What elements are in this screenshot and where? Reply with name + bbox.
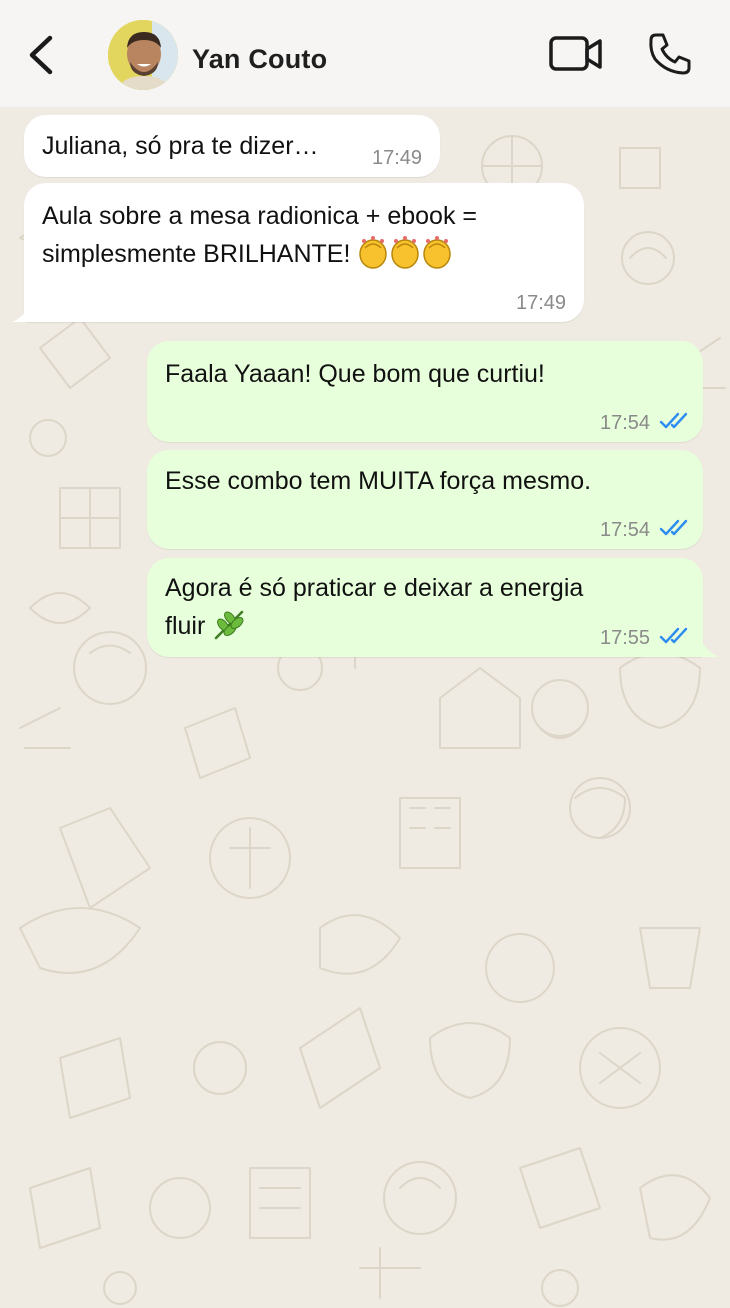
phone-icon bbox=[649, 33, 691, 75]
message-text: Juliana, só pra te dizer… bbox=[42, 132, 319, 160]
voice-call-button[interactable] bbox=[646, 30, 694, 78]
message-text: Faala Yaaan! Que bom que curtiu! bbox=[165, 360, 545, 388]
read-ticks-icon bbox=[659, 519, 688, 536]
chat-header: Yan Couto bbox=[0, 0, 730, 108]
message-text: Aula sobre a mesa radionica + ebook = si… bbox=[42, 197, 566, 281]
contact-name[interactable]: Yan Couto bbox=[192, 44, 327, 75]
message-text-line-2-text: fluir bbox=[165, 612, 206, 640]
message-text-line-2-text: simplesmente BRILHANTE! bbox=[42, 240, 351, 268]
incoming-bubble-tail bbox=[12, 306, 30, 322]
message-text-line-1: Agora é só praticar e deixar a energia bbox=[165, 574, 584, 602]
message-time: 17:55 bbox=[600, 627, 651, 649]
chat-area[interactable]: Juliana, só pra te dizer… 17:49 Aula sob… bbox=[0, 108, 730, 1308]
read-ticks-icon bbox=[659, 412, 688, 429]
outgoing-bubble-tail bbox=[701, 641, 719, 657]
avatar-photo bbox=[108, 20, 178, 90]
herb-emoji bbox=[212, 608, 246, 653]
message-time: 17:49 bbox=[372, 147, 423, 169]
outgoing-message[interactable]: Faala Yaaan! Que bom que curtiu! 17:54 bbox=[147, 341, 703, 442]
message-time: 17:54 bbox=[600, 412, 651, 434]
incoming-message[interactable]: Juliana, só pra te dizer… 17:49 bbox=[24, 115, 440, 177]
message-time: 17:49 bbox=[516, 292, 567, 314]
chevron-left-icon bbox=[29, 35, 53, 75]
clapping-hands-icon bbox=[359, 236, 452, 269]
outgoing-message[interactable]: Esse combo tem MUITA força mesmo. 17:54 bbox=[147, 450, 703, 549]
back-button[interactable] bbox=[22, 30, 62, 80]
video-camera-icon bbox=[549, 36, 602, 71]
message-text-line-2: simplesmente BRILHANTE! bbox=[42, 235, 566, 281]
message-time: 17:54 bbox=[600, 519, 651, 541]
message-text-line-1: Aula sobre a mesa radionica + ebook = bbox=[42, 202, 477, 230]
read-ticks-icon bbox=[659, 627, 688, 644]
message-text: Esse combo tem MUITA força mesmo. bbox=[165, 467, 592, 495]
clapping-hands-emoji bbox=[357, 236, 453, 281]
video-call-button[interactable] bbox=[548, 32, 604, 76]
incoming-message[interactable]: Aula sobre a mesa radionica + ebook = si… bbox=[24, 183, 584, 322]
herb-icon bbox=[215, 610, 244, 640]
contact-avatar[interactable] bbox=[108, 20, 178, 90]
outgoing-message[interactable]: Agora é só praticar e deixar a energia f… bbox=[147, 558, 703, 657]
